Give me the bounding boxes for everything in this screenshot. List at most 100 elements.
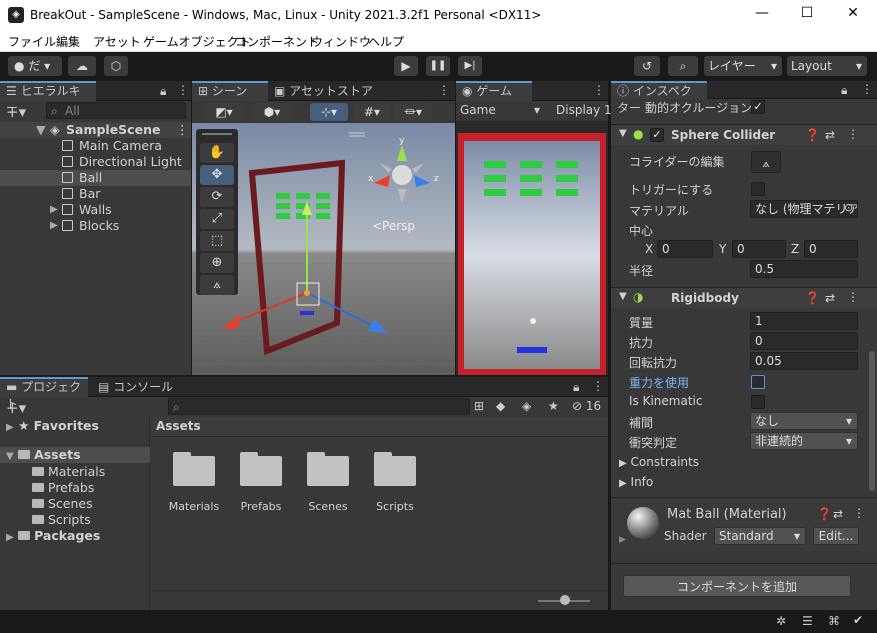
edit-shader-button[interactable]: Edit... — [813, 527, 859, 545]
maximize-button[interactable]: ☐ — [797, 5, 817, 21]
sphere-collider-enabled-checkbox[interactable]: ✓ — [650, 128, 664, 142]
center-x-input[interactable]: 0 — [657, 240, 713, 258]
more-options-icon[interactable]: ⋮ — [592, 379, 604, 393]
hierarchy-item[interactable]: Main Camera — [0, 138, 191, 154]
tab-asset-store[interactable]: ▣ アセットストア — [268, 81, 379, 101]
menu-file[interactable]: ファイル — [8, 33, 56, 50]
hierarchy-item[interactable]: ▶ Walls — [0, 202, 191, 218]
grid-snap-dropdown[interactable]: #▾ — [354, 103, 390, 121]
asset-folder-tile[interactable]: Prefabs — [226, 452, 296, 514]
sphere-collider-header[interactable]: ▼ ● ✓ Sphere Collider ❓ ⇄ ⋮ — [611, 125, 877, 145]
center-y-input[interactable]: 0 — [732, 240, 786, 258]
search-by-type-icon[interactable]: ⊞ — [474, 399, 484, 413]
info-foldout[interactable]: ▶ Info — [619, 475, 653, 489]
rect-tool-icon[interactable]: ⬚ — [200, 231, 234, 251]
transform-tool-icon[interactable]: ⊕ — [200, 253, 234, 273]
constraints-foldout[interactable]: ▶ Constraints — [619, 455, 699, 469]
rigidbody-field-input[interactable]: 1 — [750, 312, 858, 330]
bug-icon[interactable]: ✲ — [776, 614, 786, 628]
game-viewport[interactable] — [456, 121, 608, 375]
scene-row[interactable]: ▼ ◈ SampleScene ⋮ — [0, 122, 191, 138]
add-component-button[interactable]: コンポーネントを追加 — [623, 575, 851, 597]
help-icon[interactable]: ❓ — [805, 128, 820, 142]
more-options-icon[interactable]: ⋮ — [593, 83, 605, 97]
tree-folder-item[interactable]: Materials — [32, 464, 105, 480]
preset-icon[interactable]: ⇄ — [825, 128, 835, 142]
tab-inspector[interactable]: ⓘ インスペクター — [611, 81, 707, 115]
hierarchy-item[interactable]: Bar — [0, 186, 191, 202]
rigidbody-field-input[interactable]: 0.05 — [750, 352, 858, 370]
network-icon[interactable]: ⌘ — [828, 614, 840, 628]
move-tool-icon[interactable]: ✥ — [200, 165, 234, 185]
render-mode-dropdown[interactable]: ⬢▾ — [254, 103, 290, 121]
persp-label[interactable]: <Persp — [372, 219, 415, 233]
menu-edit[interactable]: 編集 — [56, 33, 80, 50]
radius-input[interactable]: 0.5 — [750, 260, 858, 278]
more-options-icon[interactable]: ⋮ — [176, 122, 189, 138]
material-field[interactable]: なし (物理マテリア — [750, 200, 858, 218]
shader-dropdown[interactable]: Standard ▾ — [714, 527, 806, 545]
menu-help[interactable]: ヘルプ — [368, 33, 404, 50]
lock-icon[interactable]: 🔒︎ — [573, 380, 579, 395]
layers-stack-icon[interactable]: ☰ — [802, 614, 813, 628]
tab-scene[interactable]: ⊞ シーン — [192, 81, 268, 101]
tab-project[interactable]: ▬ プロジェクト — [0, 377, 88, 411]
add-icon[interactable]: +▾ — [6, 399, 26, 417]
rigidbody-field-input[interactable]: 0 — [750, 332, 858, 350]
preset-icon[interactable]: ⇄ — [833, 507, 843, 521]
scale-tool-icon[interactable]: ⤢ — [200, 209, 234, 229]
display-dropdown[interactable]: Display 1 — [556, 103, 612, 117]
is-trigger-checkbox[interactable] — [751, 182, 765, 196]
tab-console[interactable]: ▤ コンソール — [92, 377, 179, 397]
tab-game[interactable]: ◉ ゲーム — [456, 81, 532, 101]
help-icon[interactable]: ❓ — [805, 291, 820, 305]
use-gravity-checkbox[interactable] — [751, 375, 765, 389]
layout-dropdown[interactable]: Layout ▾ — [787, 56, 867, 76]
rotate-tool-icon[interactable]: ⟳ — [200, 187, 234, 207]
dynamic-occlusion-checkbox[interactable]: ✓ — [751, 100, 765, 114]
account-dropdown[interactable]: ● だ ▾ — [8, 56, 62, 76]
step-button[interactable]: ▶| — [458, 56, 482, 76]
menu-assets[interactable]: アセット — [93, 33, 141, 50]
menu-component[interactable]: コンポーネント — [235, 33, 319, 50]
ball-object[interactable] — [304, 290, 310, 296]
more-options-icon[interactable]: ⋮ — [847, 290, 859, 304]
draw-mode-dropdown[interactable]: ◩▾ — [204, 103, 244, 121]
asset-folder-tile[interactable]: Scenes — [293, 452, 363, 514]
packages-item[interactable]: ▶ Packages — [6, 528, 100, 544]
breadcrumb[interactable]: Assets — [156, 419, 201, 433]
more-options-icon[interactable]: ⋮ — [438, 83, 450, 97]
play-button[interactable]: ▶ — [394, 56, 418, 76]
center-z-input[interactable]: 0 — [804, 240, 858, 258]
preset-icon[interactable]: ⇄ — [825, 291, 835, 305]
hierarchy-item[interactable]: Ball — [0, 170, 191, 186]
more-options-icon[interactable]: ⋮ — [177, 83, 189, 97]
inspector-scrollbar[interactable] — [869, 351, 875, 491]
minimize-button[interactable]: — — [752, 5, 772, 21]
add-icon[interactable]: +▾ — [6, 103, 26, 121]
lock-icon[interactable]: 🔒︎ — [841, 83, 847, 98]
pause-button[interactable]: ❚❚ — [426, 56, 450, 76]
cloud-icon[interactable]: ☁ — [68, 56, 96, 76]
is-kinematic-checkbox[interactable] — [751, 395, 765, 409]
filter-icon[interactable]: ◆ — [496, 399, 505, 413]
lock-icon[interactable]: 🔒︎ — [160, 84, 166, 99]
layers-dropdown[interactable]: レイヤー ▾ — [704, 56, 782, 76]
game-mode-dropdown[interactable]: Game ▾ — [460, 103, 540, 117]
more-options-icon[interactable]: ⋮ — [853, 506, 865, 520]
tree-folder-item[interactable]: Scripts — [32, 512, 91, 528]
search-icon[interactable]: ⌕ — [668, 56, 698, 76]
hierarchy-search-input[interactable]: ⌕ All — [46, 102, 186, 119]
asset-folder-tile[interactable]: Scripts — [360, 452, 430, 514]
help-icon[interactable]: ❓ — [817, 507, 832, 521]
favorite-star-icon[interactable]: ★ — [548, 399, 559, 413]
more-options-icon[interactable]: ⋮ — [861, 82, 873, 96]
project-search-input[interactable]: ⌕ — [168, 398, 470, 415]
edit-collider-button[interactable]: ⟑ — [751, 151, 781, 173]
hidden-packages-icon[interactable]: ⊘ 16 — [572, 399, 601, 413]
hierarchy-item[interactable]: Directional Light — [0, 154, 191, 170]
object-picker-icon[interactable]: ⊙ — [844, 201, 853, 214]
tab-hierarchy[interactable]: ☰ ヒエラルキー — [0, 81, 96, 115]
favorites-item[interactable]: ▶ ★ Favorites — [6, 418, 99, 434]
zoom-slider-handle[interactable] — [560, 595, 570, 605]
